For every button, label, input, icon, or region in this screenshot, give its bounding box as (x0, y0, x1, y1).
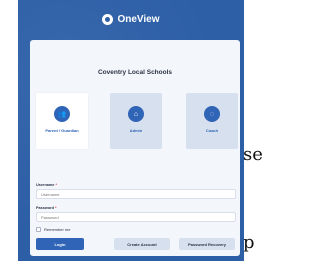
background-text-fragment: se (243, 144, 263, 165)
login-card: Coventry Local Schools 👥 Parent / Guardi… (30, 40, 240, 256)
role-label: Parent / Guardian (45, 128, 79, 133)
password-recovery-button[interactable]: Password Recovery (179, 238, 235, 250)
login-dialog: OneView Coventry Local Schools 👥 Parent … (18, 0, 244, 261)
password-label-text: Password (36, 206, 54, 210)
required-mark: * (55, 206, 57, 210)
oneview-logo-icon (102, 14, 114, 25)
role-coach[interactable]: ◌ Coach (186, 93, 238, 149)
username-label: Username * (36, 183, 57, 187)
school-name: Coventry Local Schools (97, 69, 173, 76)
screen: se p OneView Coventry Local Schools 👥 Pa… (0, 0, 263, 261)
login-button[interactable]: Login (36, 238, 84, 250)
app-name: OneView (117, 14, 160, 25)
create-account-button[interactable]: Create Account (114, 238, 170, 250)
brand-header: OneView (18, 14, 244, 25)
people-icon: 👥 (54, 106, 70, 122)
username-label-text: Username (36, 183, 55, 187)
role-selector: 👥 Parent / Guardian ⌂ Admin ◌ Coach (36, 93, 238, 149)
remember-me-label: Remember me (44, 227, 71, 232)
role-label: Admin (129, 128, 143, 133)
remember-me[interactable]: Remember me (36, 227, 70, 232)
username-input[interactable] (36, 189, 236, 199)
ball-icon: ◌ (204, 106, 220, 122)
required-mark: * (55, 183, 57, 187)
role-label: Coach (205, 128, 219, 133)
password-input[interactable] (36, 212, 236, 222)
building-icon: ⌂ (128, 106, 144, 122)
role-admin[interactable]: ⌂ Admin (110, 93, 162, 149)
remember-me-checkbox[interactable] (36, 227, 41, 232)
password-label: Password * (36, 206, 56, 210)
background-text-fragment: p (243, 232, 255, 253)
role-parent-guardian[interactable]: 👥 Parent / Guardian (36, 93, 88, 149)
